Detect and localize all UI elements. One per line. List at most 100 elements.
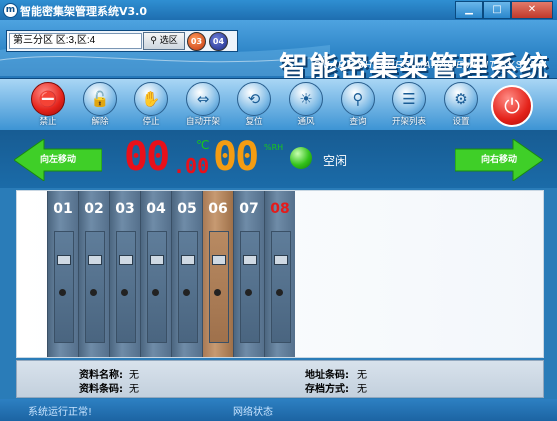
auto-open-button[interactable]: ⇔ 自动开架 bbox=[182, 82, 224, 127]
shelf-knob bbox=[90, 289, 97, 296]
query-button[interactable]: ⚲ 查询 bbox=[337, 82, 379, 127]
humidity-unit: %RH bbox=[264, 143, 284, 152]
shelf-door bbox=[54, 231, 74, 343]
shelf-number: 02 bbox=[84, 201, 104, 217]
addr-value: 无 bbox=[357, 370, 367, 381]
search-person-icon: ⚲ bbox=[341, 82, 375, 116]
select-area-label: 选区 bbox=[159, 36, 178, 46]
ventilate-button[interactable]: ☀ 通风 bbox=[285, 82, 327, 127]
shelf-number: 07 bbox=[239, 201, 259, 217]
shelf-knob bbox=[214, 289, 221, 296]
shelf-display bbox=[150, 255, 164, 265]
shelf-display bbox=[274, 255, 288, 265]
shelf-display bbox=[212, 255, 226, 265]
code-label: 资料条码: bbox=[79, 384, 123, 395]
power-button[interactable]: ⏻ bbox=[491, 82, 533, 127]
shelf-display bbox=[243, 255, 257, 265]
shelf-door bbox=[209, 231, 229, 343]
shelf-door bbox=[271, 231, 291, 343]
forbid-button[interactable]: ⛔ 禁止 bbox=[27, 82, 69, 127]
shelf-05[interactable]: 05 bbox=[171, 191, 202, 357]
shelf-knob bbox=[121, 289, 128, 296]
zone-button-b[interactable]: 04 bbox=[209, 32, 228, 51]
shelf-door bbox=[178, 231, 198, 343]
system-status-text: 系统运行正常! bbox=[28, 407, 93, 418]
settings-button[interactable]: ⚙ 设置 bbox=[440, 82, 482, 127]
shelf-knob bbox=[183, 289, 190, 296]
power-icon: ⏻ bbox=[491, 85, 533, 127]
temperature-unit: ℃ bbox=[196, 138, 210, 152]
sun-icon: ☀ bbox=[289, 82, 323, 116]
shelf-04[interactable]: 04 bbox=[140, 191, 171, 357]
shelf-07[interactable]: 07 bbox=[233, 191, 264, 357]
unlock-icon: 🔓 bbox=[83, 82, 117, 116]
shelf-door bbox=[240, 231, 260, 343]
wrench-icon: ⚙ bbox=[444, 82, 478, 116]
shelf-door bbox=[116, 231, 136, 343]
shelf-number: 04 bbox=[146, 201, 166, 217]
code-value: 无 bbox=[129, 384, 139, 395]
addr-label: 地址条码: bbox=[305, 370, 349, 381]
reset-icon: ⟲ bbox=[237, 82, 271, 116]
shelf-knob bbox=[59, 289, 66, 296]
brand-subtitle: SMART SHELUES MANAGEMENT SYSTEM bbox=[313, 60, 547, 71]
shelf-knob bbox=[152, 289, 159, 296]
zone-button-a[interactable]: 03 bbox=[187, 32, 206, 51]
arrows-icon: ⇔ bbox=[186, 82, 220, 116]
shelf-01[interactable]: 01 bbox=[47, 191, 78, 357]
temperature-decimal: .00 bbox=[173, 154, 210, 178]
shelf-number: 08 bbox=[270, 201, 290, 217]
close-button[interactable]: ✕ bbox=[511, 1, 553, 19]
reset-button[interactable]: ⟲ 复位 bbox=[233, 82, 275, 127]
shelf-number: 03 bbox=[115, 201, 135, 217]
network-status-text: 网络状态 bbox=[233, 407, 273, 418]
status-text: 空闲 bbox=[323, 154, 348, 168]
name-label: 资料名称: bbox=[79, 370, 123, 381]
shelf-03[interactable]: 03 bbox=[109, 191, 140, 357]
app-window: m 智能密集架管理系统V3.0 ▁ □ ✕ 智能密集架管理系统 SMART SH… bbox=[0, 0, 557, 421]
shelf-view: 01 02 03 04 05 06 07 08 bbox=[16, 190, 544, 358]
temperature-value: 00 bbox=[124, 134, 170, 180]
status-bar: 系统运行正常! 网络状态 bbox=[0, 399, 557, 421]
shelf-number: 05 bbox=[177, 201, 197, 217]
mode-label: 存档方式: bbox=[305, 384, 349, 395]
release-button[interactable]: 🔓 解除 bbox=[79, 82, 121, 127]
area-field[interactable]: 第三分区 区:3,区:4 bbox=[9, 33, 142, 49]
window-title: 智能密集架管理系统V3.0 bbox=[20, 5, 147, 18]
name-value: 无 bbox=[129, 370, 139, 381]
shelf-door bbox=[147, 231, 167, 343]
toolbar: ⛔ 禁止 🔓 解除 ✋ 停止 ⇔ 自动开架 ⟲ 复位 ☀ 通风 ⚲ 查询 ☰ 开… bbox=[0, 78, 557, 131]
shelf-number: 06 bbox=[208, 201, 228, 217]
shelf-display bbox=[181, 255, 195, 265]
shelf-06[interactable]: 06 bbox=[202, 191, 233, 357]
shelf-number: 01 bbox=[53, 201, 73, 217]
status-led-icon bbox=[290, 147, 312, 169]
maximize-button[interactable]: □ bbox=[483, 1, 511, 19]
select-area-button[interactable]: ⚲ 选区 bbox=[143, 32, 185, 50]
stop-icon: ✋ bbox=[134, 82, 168, 116]
shelf-knob bbox=[245, 289, 252, 296]
shelf-display bbox=[57, 255, 71, 265]
document-detail-panel: 资料名称: 无 资料条码: 无 地址条码: 无 存档方式: 无 bbox=[16, 360, 544, 398]
mode-value: 无 bbox=[357, 384, 367, 395]
window-controls: ▁ □ ✕ bbox=[455, 1, 553, 19]
shelf-door bbox=[85, 231, 105, 343]
move-left-button[interactable]: 向左移动 bbox=[13, 138, 103, 182]
list-icon: ☰ bbox=[392, 82, 426, 116]
shelf-08[interactable]: 08 bbox=[264, 191, 295, 357]
humidity-value: 00 bbox=[213, 134, 259, 180]
shelf-display bbox=[119, 255, 133, 265]
app-logo-icon: m bbox=[3, 3, 18, 18]
magnifier-icon: ⚲ bbox=[150, 36, 157, 46]
stop-button[interactable]: ✋ 停止 bbox=[130, 82, 172, 127]
minimize-button[interactable]: ▁ bbox=[455, 1, 483, 19]
status-panel: 向左移动 向右移动 bbox=[0, 130, 557, 188]
area-selector: 第三分区 区:3,区:4 ⚲ 选区 03 04 bbox=[6, 30, 238, 52]
shelf-display bbox=[88, 255, 102, 265]
no-entry-icon: ⛔ bbox=[31, 82, 65, 116]
shelf-02[interactable]: 02 bbox=[78, 191, 109, 357]
shelf-knob bbox=[276, 289, 283, 296]
move-right-button[interactable]: 向右移动 bbox=[454, 138, 544, 182]
title-bar: m 智能密集架管理系统V3.0 ▁ □ ✕ bbox=[0, 0, 557, 20]
open-list-button[interactable]: ☰ 开架列表 bbox=[388, 82, 430, 127]
